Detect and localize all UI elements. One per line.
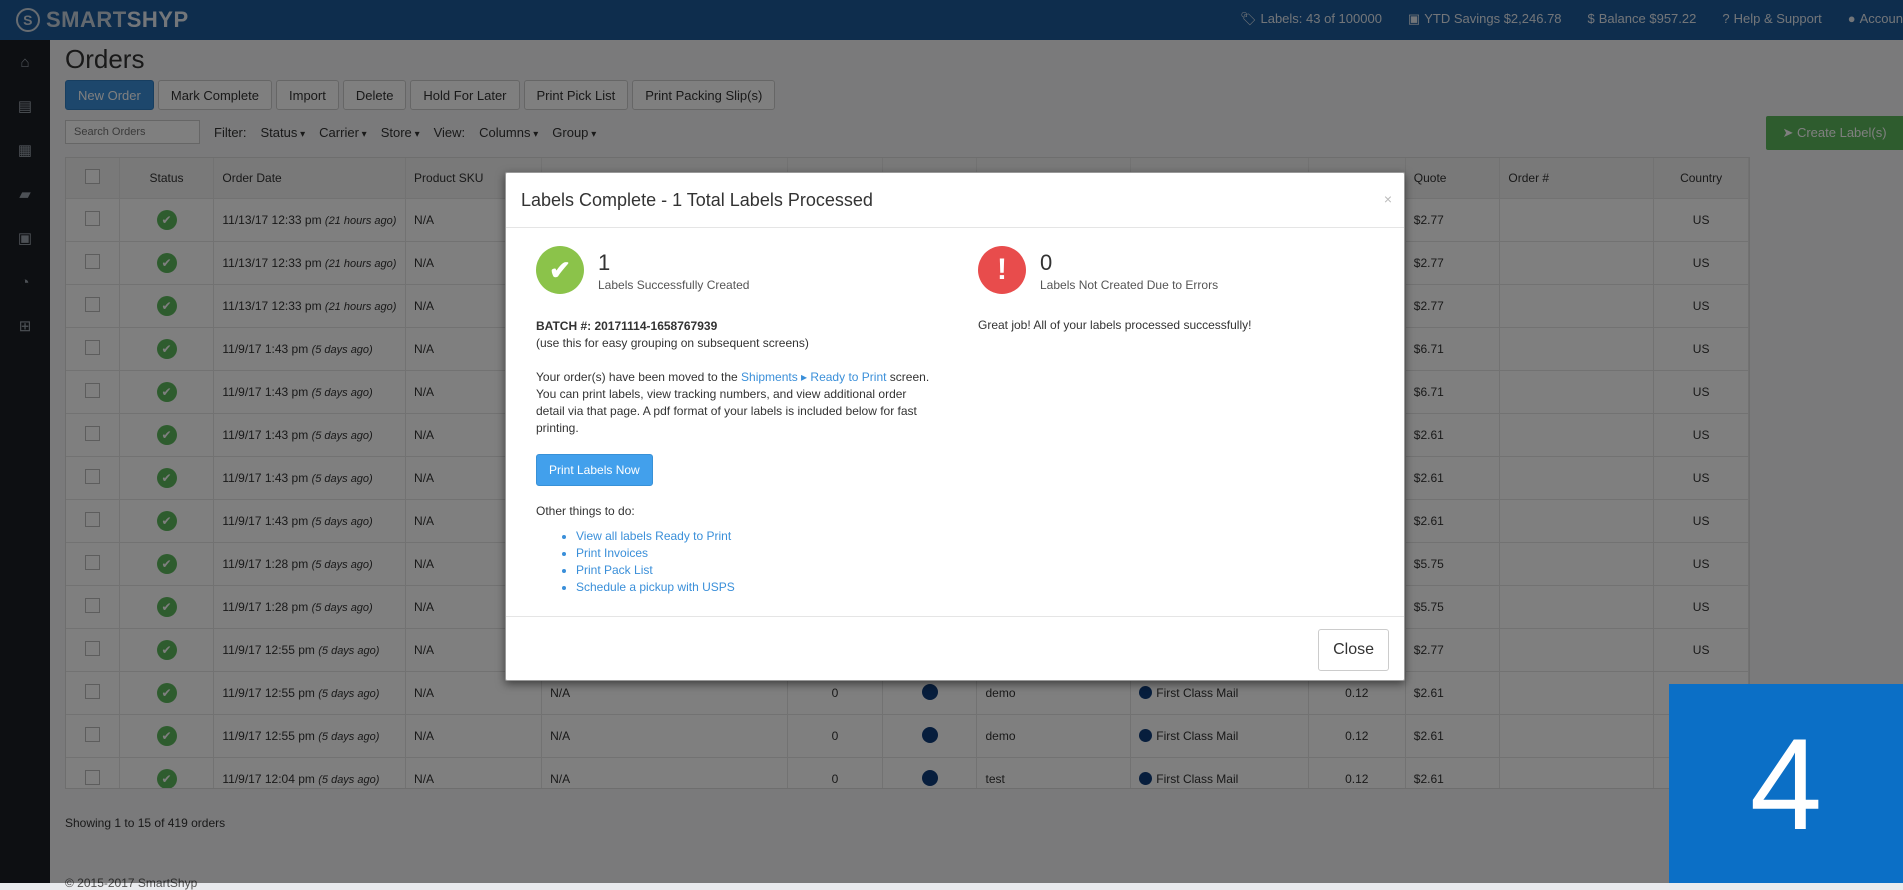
close-button[interactable]: Close — [1318, 629, 1389, 671]
error-stat: ! 0 Labels Not Created Due to Errors — [978, 246, 1378, 294]
error-column: ! 0 Labels Not Created Due to Errors Gre… — [978, 246, 1378, 332]
other-things-title: Other things to do: — [536, 504, 635, 518]
exclamation-icon: ! — [978, 246, 1026, 294]
other-things: Other things to do: View all labels Read… — [536, 504, 936, 596]
print-invoices-link[interactable]: Print Invoices — [576, 545, 936, 562]
modal-footer: Close — [506, 616, 1404, 680]
success-count: 1 — [598, 250, 611, 275]
batch-note: (use this for easy grouping on subsequen… — [536, 336, 809, 350]
chevron-right-icon: ▸ — [797, 370, 811, 384]
error-label: Labels Not Created Due to Errors — [1040, 278, 1219, 292]
modal-body: ✔ 1 Labels Successfully Created BATCH #:… — [506, 228, 1404, 618]
batch-number: 20171114-1658767939 — [594, 319, 718, 333]
modal-title: Labels Complete - 1 Total Labels Process… — [521, 190, 873, 210]
batch-info: BATCH #: 20171114-1658767939 (use this f… — [536, 318, 936, 352]
moved-message: Your order(s) have been moved to the Shi… — [536, 370, 930, 435]
batch-label: BATCH #: — [536, 319, 592, 333]
view-ready-to-print-link[interactable]: View all labels Ready to Print — [576, 528, 936, 545]
labels-complete-modal: Labels Complete - 1 Total Labels Process… — [505, 172, 1405, 681]
print-labels-now-button[interactable]: Print Labels Now — [536, 454, 653, 486]
close-icon[interactable]: × — [1384, 191, 1392, 207]
step-number-badge: 4 — [1669, 684, 1903, 883]
success-stat: ✔ 1 Labels Successfully Created — [536, 246, 936, 294]
modal-header: Labels Complete - 1 Total Labels Process… — [506, 173, 1404, 228]
check-icon: ✔ — [536, 246, 584, 294]
schedule-pickup-link[interactable]: Schedule a pickup with USPS — [576, 579, 936, 596]
success-label: Labels Successfully Created — [598, 278, 750, 292]
success-column: ✔ 1 Labels Successfully Created BATCH #:… — [536, 246, 936, 596]
error-count: 0 — [1040, 250, 1053, 275]
ready-to-print-link[interactable]: Ready to Print — [810, 370, 886, 384]
shipments-link[interactable]: Shipments — [741, 370, 798, 384]
great-job-message: Great job! All of your labels processed … — [978, 318, 1252, 332]
other-links-list: View all labels Ready to Print Print Inv… — [536, 528, 936, 596]
print-pack-list-link[interactable]: Print Pack List — [576, 562, 936, 579]
